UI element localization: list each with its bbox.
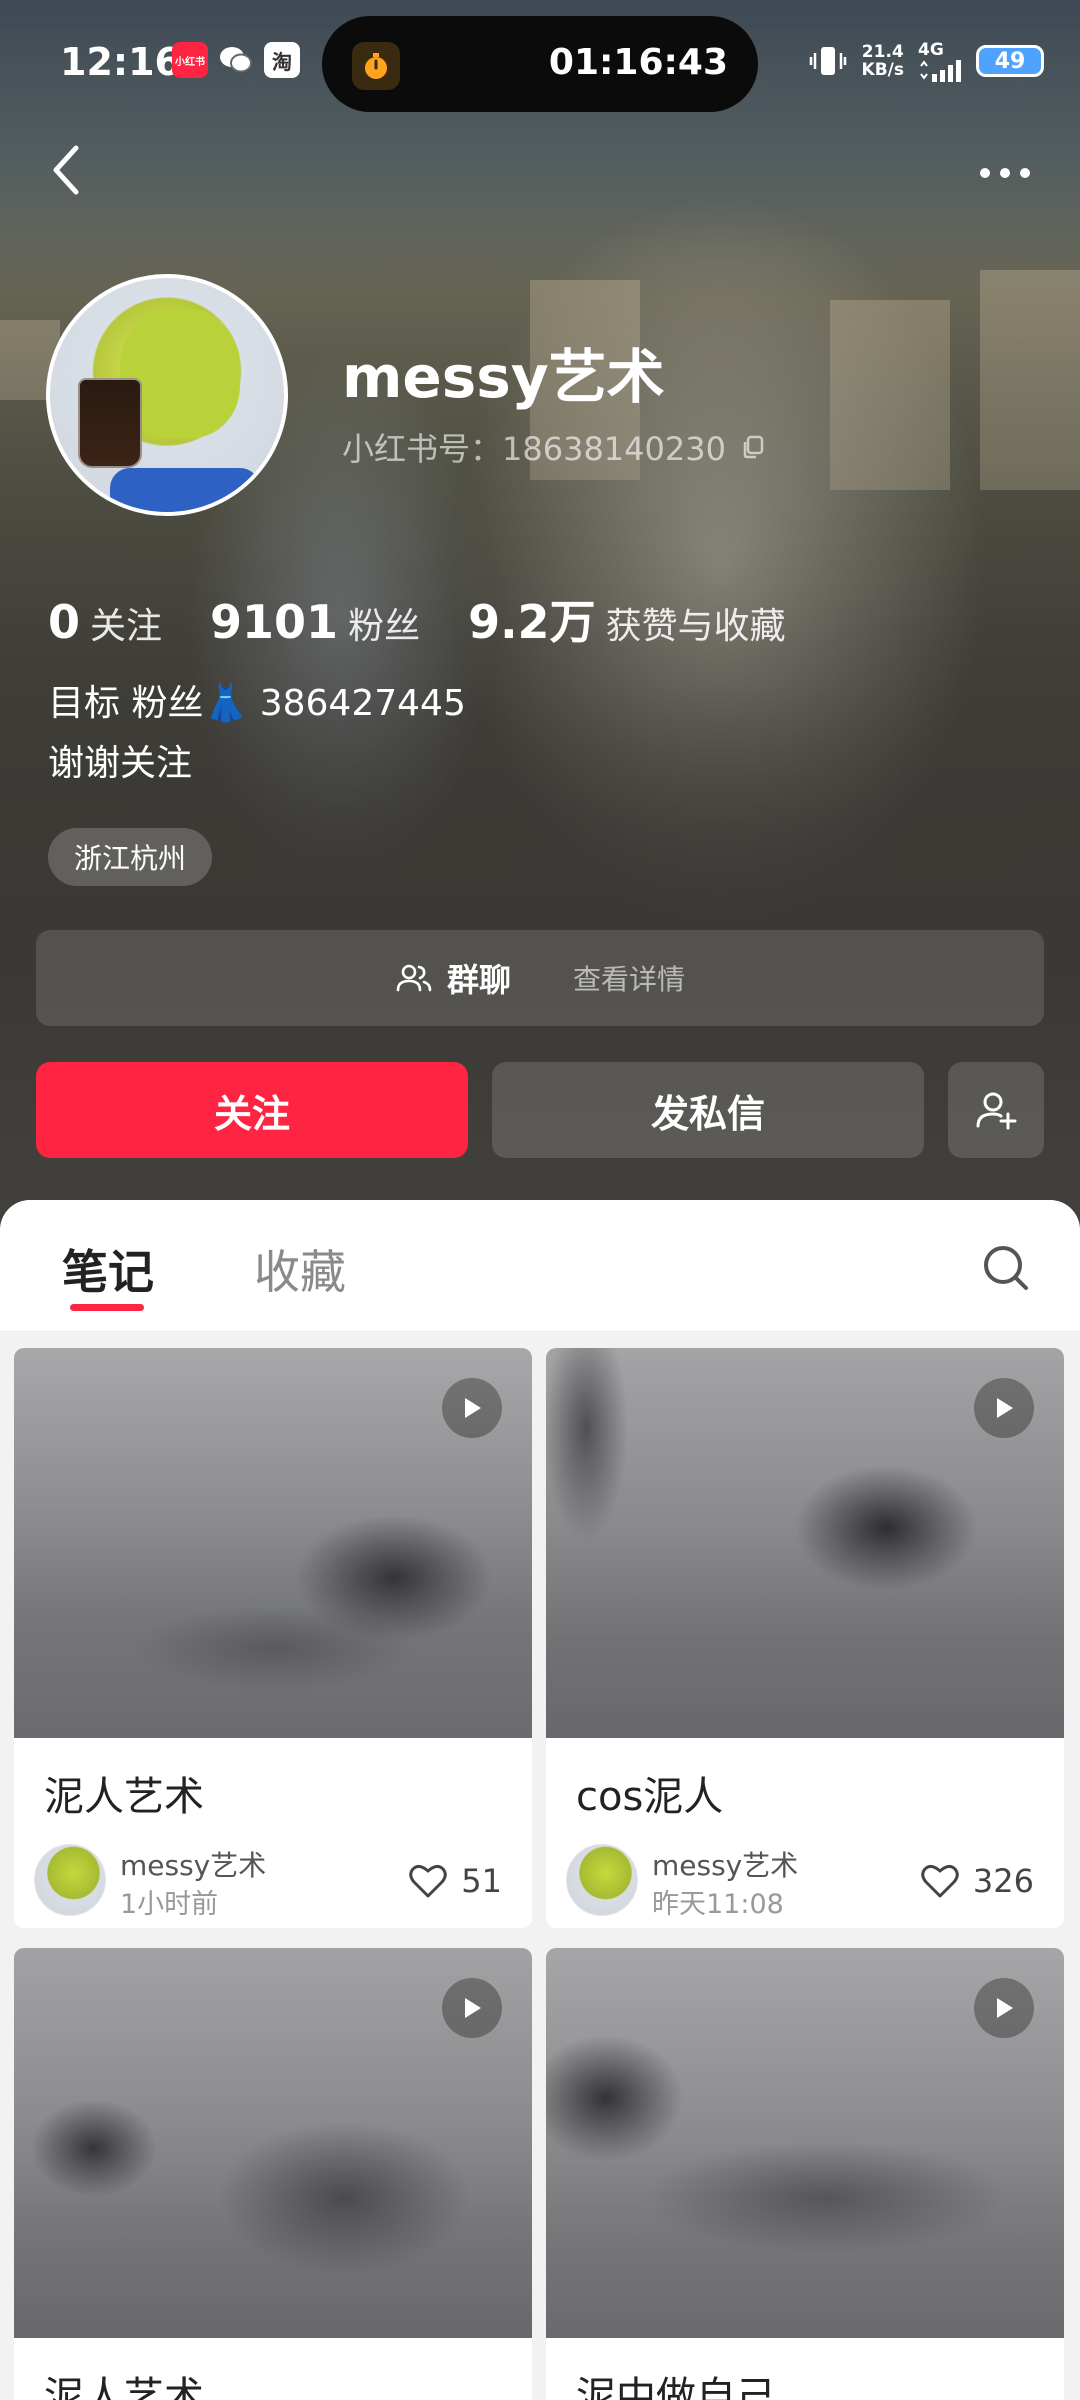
note-cover-image[interactable] bbox=[546, 1948, 1064, 2338]
note-card[interactable]: 泥中做自己 bbox=[546, 1948, 1064, 2400]
add-user-icon bbox=[976, 1092, 1017, 1130]
note-card[interactable]: 泥人艺术 bbox=[14, 1948, 532, 2400]
red-id-row[interactable]: 小红书号：18638140230 bbox=[342, 424, 766, 470]
profile-bio: 目标 粉丝👗 386427445 谢谢关注 bbox=[48, 674, 466, 794]
note-cover-image[interactable] bbox=[14, 1348, 532, 1738]
group-chat-label: 群聊 bbox=[446, 961, 511, 999]
author-avatar[interactable] bbox=[566, 1844, 638, 1916]
battery-indicator: 49 bbox=[976, 45, 1044, 77]
notification-icons: 小红书 淘 bbox=[172, 42, 300, 78]
red-id-text: 小红书号：18638140230 bbox=[342, 430, 726, 468]
likes-collects-label: 获赞与收藏 bbox=[605, 606, 786, 647]
more-dot-icon bbox=[1020, 168, 1030, 178]
note-meta: messy艺术 1小时前 51 bbox=[14, 1822, 532, 1928]
signal-bars-icon bbox=[920, 60, 961, 82]
dynamic-island[interactable]: 01:16:43 bbox=[322, 16, 758, 112]
author-avatar[interactable] bbox=[34, 1844, 106, 1916]
taobao-notification-icon: 淘 bbox=[264, 42, 300, 78]
followers-stat[interactable]: 9101 粉丝 bbox=[210, 595, 420, 649]
play-icon bbox=[974, 1978, 1034, 2038]
notes-sheet: 笔记 收藏 泥人艺术 messy艺术 1小时前 51 cos泥人 messy艺术… bbox=[0, 1200, 1080, 2400]
tab-notes[interactable]: 笔记 bbox=[62, 1236, 154, 1302]
wechat-notification-icon bbox=[218, 42, 254, 78]
more-dot-icon bbox=[980, 168, 990, 178]
system-indicators: 21.4 KB/s 4G 49 bbox=[808, 40, 1044, 82]
network-speed: 21.4 KB/s bbox=[861, 42, 904, 80]
heart-icon bbox=[921, 1864, 959, 1898]
like-count: 326 bbox=[972, 1862, 1034, 1900]
note-cover-image[interactable] bbox=[14, 1948, 532, 2338]
group-chat-detail-link[interactable]: 查看详情 bbox=[573, 958, 685, 998]
author-name[interactable]: messy艺术 bbox=[120, 1844, 266, 1884]
note-meta: messy艺术 昨天11:08 326 bbox=[546, 1822, 1064, 1928]
play-icon bbox=[442, 1378, 502, 1438]
message-button[interactable]: 发私信 bbox=[492, 1062, 924, 1158]
profile-stats: 0 关注 9101 粉丝 9.2万 获赞与收藏 bbox=[48, 586, 834, 652]
like-button[interactable]: 326 bbox=[919, 1860, 1034, 1902]
note-title[interactable]: 泥人艺术 bbox=[14, 1738, 532, 1822]
profile-username: messy艺术 bbox=[342, 343, 665, 411]
bio-line: 谢谢关注 bbox=[48, 743, 193, 784]
note-time: 1小时前 bbox=[120, 1889, 219, 1920]
like-count: 51 bbox=[461, 1862, 502, 1900]
followers-count: 9101 bbox=[210, 595, 339, 649]
following-count: 0 bbox=[48, 595, 81, 649]
status-bar: 12:16 小红书 淘 01:16:43 21.4 KB/s 4G 49 bbox=[0, 0, 1080, 130]
group-chat-bar[interactable]: 群聊 查看详情 bbox=[36, 930, 1044, 1026]
likes-collects-stat[interactable]: 9.2万 获赞与收藏 bbox=[468, 586, 786, 652]
copy-icon[interactable] bbox=[740, 434, 766, 460]
content-tabs: 笔记 收藏 bbox=[0, 1200, 1080, 1332]
search-button[interactable] bbox=[976, 1238, 1036, 1298]
active-tab-indicator bbox=[70, 1304, 144, 1311]
cellular-signal: 4G bbox=[918, 40, 962, 82]
play-icon bbox=[442, 1978, 502, 2038]
follow-button[interactable]: 关注 bbox=[36, 1062, 468, 1158]
group-people-icon bbox=[396, 964, 432, 992]
bio-line: 目标 粉丝👗 386427445 bbox=[48, 683, 466, 724]
more-dot-icon bbox=[1000, 168, 1010, 178]
back-button[interactable] bbox=[44, 140, 94, 200]
xiaohongshu-notification-icon: 小红书 bbox=[172, 42, 208, 78]
author-name[interactable]: messy艺术 bbox=[652, 1844, 798, 1884]
search-icon bbox=[984, 1246, 1028, 1290]
more-options-button[interactable] bbox=[970, 148, 1040, 198]
location-tag: 浙江杭州 bbox=[48, 828, 213, 886]
add-friend-button[interactable] bbox=[948, 1062, 1044, 1158]
note-card[interactable]: cos泥人 messy艺术 昨天11:08 326 bbox=[546, 1348, 1064, 1928]
stopwatch-icon bbox=[352, 42, 400, 90]
following-stat[interactable]: 0 关注 bbox=[48, 595, 162, 649]
tab-collections[interactable]: 收藏 bbox=[254, 1236, 346, 1302]
like-button[interactable]: 51 bbox=[407, 1860, 502, 1902]
following-label: 关注 bbox=[90, 606, 163, 647]
chevron-left-icon bbox=[53, 145, 79, 195]
note-card[interactable]: 泥人艺术 messy艺术 1小时前 51 bbox=[14, 1348, 532, 1928]
note-title[interactable]: 泥中做自己 bbox=[546, 2338, 1064, 2400]
network-type: 4G bbox=[918, 40, 944, 60]
timer-readout: 01:16:43 bbox=[548, 42, 728, 83]
note-title[interactable]: cos泥人 bbox=[546, 1738, 1064, 1822]
profile-avatar[interactable] bbox=[46, 274, 288, 516]
followers-label: 粉丝 bbox=[348, 606, 421, 647]
heart-icon bbox=[409, 1864, 448, 1898]
note-title[interactable]: 泥人艺术 bbox=[14, 2338, 532, 2400]
vibrate-icon bbox=[809, 47, 846, 75]
play-icon bbox=[974, 1378, 1034, 1438]
note-time: 昨天11:08 bbox=[652, 1889, 784, 1920]
note-cover-image[interactable] bbox=[546, 1348, 1064, 1738]
likes-collects-count: 9.2万 bbox=[468, 595, 596, 649]
status-time: 12:16 bbox=[60, 40, 181, 84]
